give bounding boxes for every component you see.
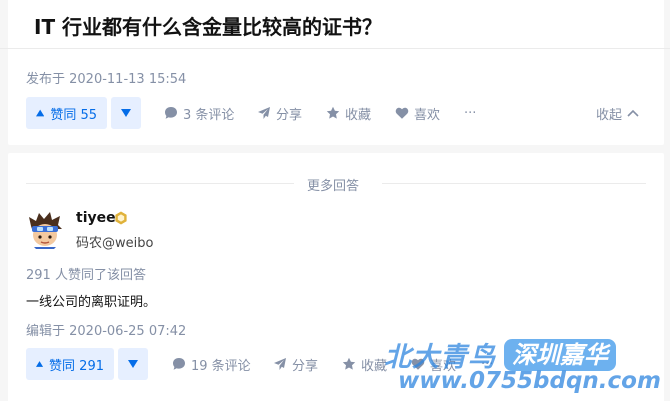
upvote-label: 赞同 55: [50, 107, 97, 123]
like-label: 喜欢: [414, 107, 441, 123]
collapse-button[interactable]: 收起: [596, 97, 639, 129]
star-icon: [342, 357, 356, 370]
more-button[interactable]: ···: [464, 97, 476, 129]
comment-icon: [165, 107, 177, 119]
answer-content: 一线公司的离职证明。: [26, 295, 157, 310]
comments-label: 3 条评论: [183, 107, 235, 123]
divider-right: [382, 183, 646, 184]
edit-time[interactable]: 编辑于 2020-06-25 07:42: [26, 320, 186, 339]
upvote-button[interactable]: 赞同 55: [26, 97, 107, 129]
more-icon: ···: [464, 105, 477, 121]
watermark: 北大青鸟 深圳嘉华 www.0755bdqn.com: [384, 335, 670, 401]
comment-icon: [173, 358, 185, 370]
share-button[interactable]: 分享: [257, 97, 302, 129]
favorite-button[interactable]: 收藏: [342, 348, 387, 380]
triangle-down-icon: [121, 109, 131, 117]
author-bio: 码农@weibo: [76, 236, 154, 251]
top-answer-actions: 赞同 55 3 条评论 分享 收藏 喜欢 ··· 收起: [26, 97, 666, 129]
upvote-button[interactable]: 赞同 291: [26, 348, 114, 380]
comments-button[interactable]: 19 条评论: [172, 348, 251, 380]
watermark-branch: 深圳嘉华: [504, 338, 616, 371]
heart-icon: [395, 107, 409, 119]
publish-time[interactable]: 发布于 2020-11-13 15:54: [26, 68, 186, 87]
like-button[interactable]: 喜欢: [395, 97, 440, 129]
author-name[interactable]: tiyee: [76, 210, 116, 226]
badge-icon[interactable]: [114, 211, 128, 225]
comments-button[interactable]: 3 条评论: [164, 97, 234, 129]
upvote-summary: 291 人赞同了该回答: [26, 268, 146, 283]
share-icon: [258, 107, 270, 119]
triangle-up-icon: [36, 361, 44, 367]
favorite-button[interactable]: 收藏: [326, 97, 371, 129]
watermark-url: www.0755bdqn.com: [398, 368, 661, 394]
downvote-button[interactable]: [111, 97, 141, 129]
triangle-up-icon: [36, 109, 45, 117]
triangle-down-icon: [128, 360, 138, 368]
share-icon: [274, 358, 286, 370]
upvote-label: 赞同 291: [49, 358, 104, 374]
downvote-button[interactable]: [118, 348, 148, 380]
header-divider: [0, 48, 670, 49]
chevron-up-icon: [627, 109, 639, 117]
comments-label: 19 条评论: [191, 358, 251, 374]
divider-left: [26, 183, 294, 184]
star-icon: [326, 106, 340, 119]
share-label: 分享: [276, 107, 303, 123]
collapse-label: 收起: [596, 107, 623, 123]
share-button[interactable]: 分享: [273, 348, 318, 380]
question-title[interactable]: IT 行业都有什么含金量比较高的证书？: [34, 11, 382, 40]
share-label: 分享: [292, 358, 319, 374]
avatar[interactable]: [26, 211, 64, 249]
more-answers-label: 更多回答: [307, 179, 360, 194]
favorite-label: 收藏: [345, 107, 372, 123]
